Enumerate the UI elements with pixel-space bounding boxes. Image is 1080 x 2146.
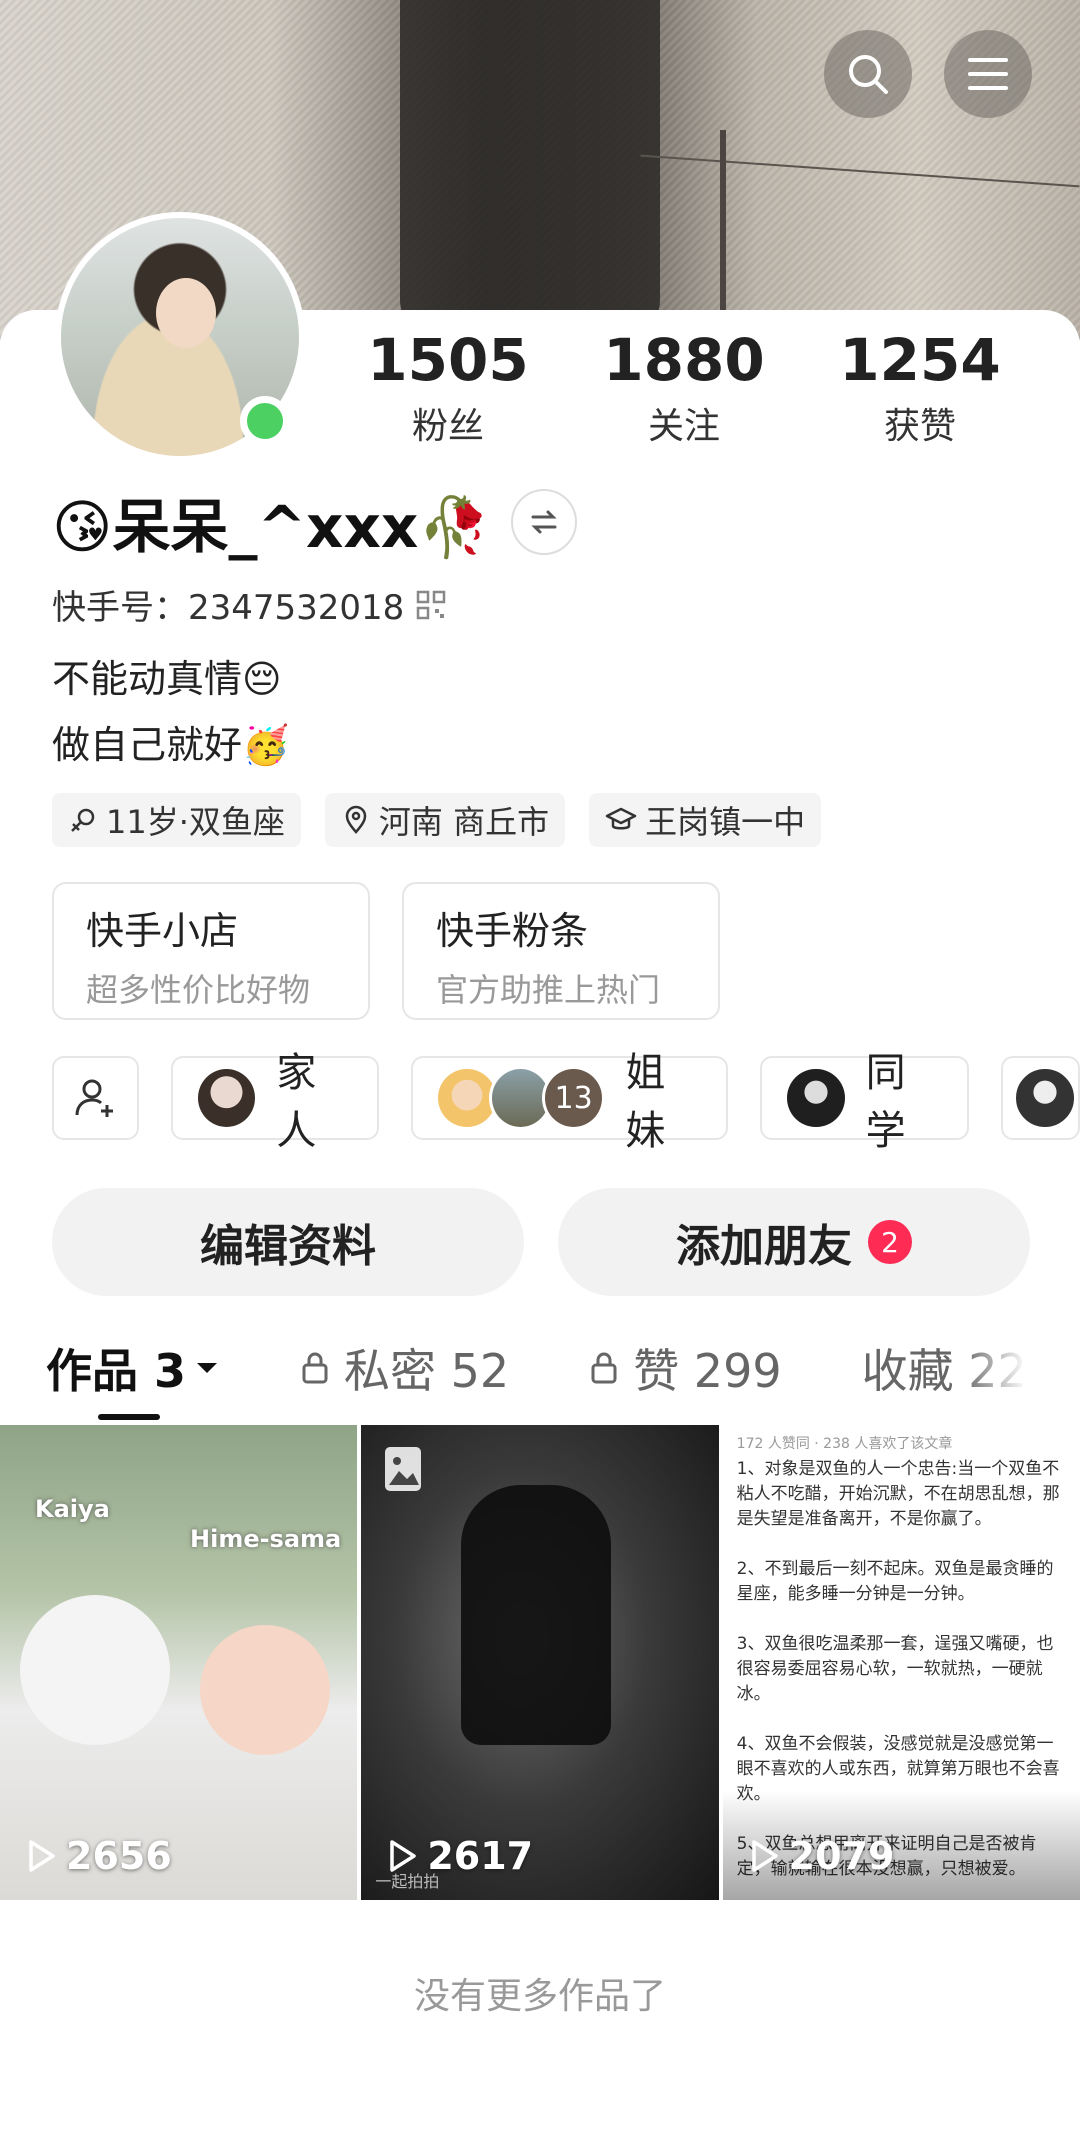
group-more[interactable]: [1000, 1056, 1080, 1140]
stat-label: 获赞: [883, 406, 956, 447]
play-count-value: 2617: [427, 1834, 534, 1878]
online-status-dot: [240, 396, 290, 446]
stat-value: 1505: [367, 326, 529, 394]
work-item[interactable]: 一起拍拍 2617: [361, 1425, 719, 1900]
service-cards: 快手小店 超多性价比好物 快手粉条 官方助推上热门: [52, 882, 720, 1020]
card-title: 快手粉条: [436, 909, 589, 953]
edit-profile-label: 编辑资料: [200, 1221, 376, 1272]
stat-value: 1254: [839, 326, 1001, 394]
add-user-icon: [75, 1079, 113, 1117]
bio-line: 做自己就好🥳: [52, 723, 290, 767]
overlay-text: Kaiya: [35, 1495, 110, 1523]
profile-name: 😘呆呆_^xxx🥀: [52, 493, 491, 561]
character-head: [200, 1625, 330, 1755]
stat-label: 粉丝: [411, 406, 484, 447]
tag-location[interactable]: 河南 商丘市: [324, 793, 566, 847]
tab-label: 赞 299: [633, 1344, 782, 1398]
group-member-count: 13: [541, 1066, 606, 1130]
tag-school[interactable]: 王岗镇一中: [589, 793, 822, 847]
friend-groups: 家人 13 姐妹 同学: [52, 1050, 1080, 1154]
tag-label: 河南 商丘市: [378, 803, 550, 841]
group-avatar: [1012, 1066, 1077, 1130]
play-icon: [751, 1840, 778, 1872]
tag-label: 11岁·双鱼座: [106, 803, 285, 841]
kuaishou-id-text: 快手号：2347532018: [52, 588, 405, 628]
lock-icon: [302, 1352, 328, 1384]
group-label: 家人: [276, 1050, 317, 1154]
group-avatar: [784, 1066, 848, 1130]
edit-profile-button[interactable]: 编辑资料: [52, 1188, 524, 1296]
stat-fans[interactable]: 1505 粉丝: [330, 325, 566, 449]
works-grid: Kaiya Hime-sama 2656 一起拍拍 2617 172 人赞同 ·…: [0, 1425, 1080, 1900]
group-classmates[interactable]: 同学: [760, 1050, 969, 1154]
active-tab-indicator: [98, 1414, 160, 1420]
group-family[interactable]: 家人: [171, 1050, 380, 1154]
switch-account-button[interactable]: [510, 489, 577, 555]
add-group-button[interactable]: [52, 1056, 140, 1140]
profile-tags: 11岁·双鱼座 河南 商丘市 王岗镇一中: [52, 793, 822, 847]
stat-value: 1880: [603, 326, 765, 394]
card-subtitle: 官方助推上热门: [436, 971, 661, 1009]
kuaishou-shop-card[interactable]: 快手小店 超多性价比好物: [52, 882, 370, 1020]
play-icon: [390, 1840, 417, 1872]
name-row: 😘呆呆_^xxx🥀: [52, 480, 577, 564]
add-friends-label: 添加朋友: [676, 1221, 852, 1272]
kuaishou-promote-card[interactable]: 快手粉条 官方助推上热门: [402, 882, 720, 1020]
caret-down-icon: [197, 1363, 218, 1373]
play-count: 2079: [749, 1834, 895, 1878]
gender-female-icon: [71, 808, 95, 832]
add-friends-button[interactable]: 添加朋友 2: [558, 1188, 1030, 1296]
graduation-cap-icon: [605, 807, 637, 830]
stat-following[interactable]: 1880 关注: [566, 325, 802, 449]
tab-label: 收藏 22: [861, 1344, 1027, 1398]
cover-figure: [400, 0, 660, 340]
overlay-text: Hime-sama: [190, 1525, 342, 1553]
menu-button[interactable]: [944, 30, 1032, 118]
search-icon: [849, 55, 888, 94]
play-count-value: 2656: [66, 1834, 172, 1878]
stats-row: 1505 粉丝 1880 关注 1254 获赞: [330, 325, 1050, 449]
group-sisters[interactable]: 13 姐妹: [411, 1050, 729, 1154]
kuaishou-id[interactable]: 快手号：2347532018: [52, 580, 446, 629]
search-button[interactable]: [824, 30, 912, 118]
profile-actions: 编辑资料 添加朋友 2: [52, 1188, 1030, 1296]
cover-pole: [720, 130, 726, 340]
article-header: 172 人赞同 · 238 人喜欢了该文章: [736, 1436, 953, 1452]
play-icon: [29, 1840, 55, 1872]
tag-age-zodiac[interactable]: 11岁·双鱼座: [52, 793, 301, 847]
stat-label: 关注: [647, 406, 720, 447]
tab-liked[interactable]: 赞 299: [589, 1335, 782, 1401]
tab-private[interactable]: 私密 52: [300, 1335, 509, 1401]
lock-icon: [591, 1352, 617, 1384]
tab-label: 作品 3: [46, 1344, 187, 1398]
hamburger-menu-icon: [968, 58, 1008, 90]
work-item[interactable]: 172 人赞同 · 238 人喜欢了该文章 1、对象是双鱼的人一个忠告:当一个双…: [722, 1425, 1080, 1900]
card-title: 快手小店: [86, 909, 239, 953]
group-label: 同学: [865, 1050, 906, 1154]
group-label: 姐妹: [625, 1050, 666, 1154]
play-count: 2656: [26, 1834, 172, 1878]
image-icon: [385, 1447, 422, 1491]
bio-line: 不能动真情😔: [52, 657, 282, 701]
stat-likes[interactable]: 1254 获赞: [802, 325, 1038, 449]
tag-label: 王岗镇一中: [645, 803, 806, 841]
qr-code-icon[interactable]: [416, 590, 446, 620]
location-pin-icon: [345, 805, 367, 834]
cover-wire: [640, 154, 1080, 188]
content-tabs: 作品 3 私密 52 赞 299 收藏 22: [46, 1335, 1080, 1401]
card-subtitle: 超多性价比好物: [86, 971, 311, 1009]
notification-badge: 2: [868, 1220, 912, 1264]
play-count: 2617: [387, 1834, 533, 1878]
silhouette: [461, 1485, 612, 1745]
swap-arrows-icon: [530, 510, 557, 534]
tab-works[interactable]: 作品 3: [46, 1335, 220, 1401]
no-more-works-text: 没有更多作品了: [413, 1976, 666, 2017]
tab-favorites[interactable]: 收藏 22: [862, 1335, 1027, 1401]
work-item[interactable]: Kaiya Hime-sama 2656: [0, 1425, 358, 1900]
tab-label: 私密 52: [344, 1344, 510, 1398]
character-head: [20, 1595, 170, 1745]
play-count-value: 2079: [788, 1834, 895, 1878]
group-avatar: [195, 1066, 259, 1130]
